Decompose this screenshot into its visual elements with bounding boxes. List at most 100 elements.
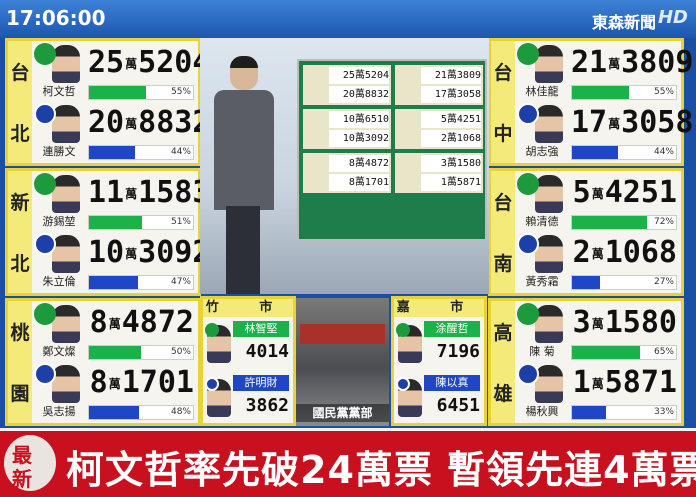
party-logo-icon bbox=[34, 103, 56, 125]
vote-share: 44% bbox=[170, 147, 191, 157]
vote-count: 25萬5204 bbox=[88, 45, 211, 80]
vote-share: 27% bbox=[653, 277, 674, 287]
vote-count: 3萬1580 bbox=[572, 305, 677, 340]
news-anchor bbox=[210, 56, 276, 294]
candidate-row: 陳以真 6451 bbox=[394, 373, 484, 427]
candidate-row: 黃秀霜 2萬1068 27% bbox=[517, 233, 679, 293]
clock: 17:06:00 bbox=[6, 6, 106, 30]
party-logo-icon bbox=[34, 233, 56, 255]
vote-count: 17萬3058 bbox=[571, 105, 694, 140]
party-logo-icon bbox=[517, 233, 539, 255]
vote-share-bar: 55% bbox=[571, 85, 677, 100]
candidate-row: 連勝文 20萬8832 44% bbox=[34, 103, 210, 163]
city-title: 竹 市 bbox=[203, 299, 293, 317]
party-logo-icon bbox=[34, 303, 56, 325]
vote-share: 48% bbox=[170, 407, 191, 417]
candidate-avatar bbox=[517, 363, 567, 405]
candidate-avatar bbox=[34, 303, 84, 345]
vote-share-bar: 44% bbox=[571, 145, 677, 160]
city-label: 台南 bbox=[491, 171, 515, 293]
vote-count: 8萬4872 bbox=[89, 305, 194, 340]
candidate-avatar bbox=[396, 377, 426, 419]
candidate-row: 柯文哲 25萬5204 55% bbox=[34, 43, 211, 103]
city-race-panel: 嘉 市 涂醒哲 7196 陳以真 6451 bbox=[391, 296, 487, 426]
race-panel: 桃園 鄭文燦 8萬4872 50% 吳志揚 8萬1701 48% bbox=[5, 298, 201, 426]
candidate-avatar bbox=[34, 103, 84, 145]
vote-count: 1萬5871 bbox=[572, 365, 677, 400]
vote-share: 47% bbox=[170, 277, 191, 287]
candidate-row: 朱立倫 10萬3092 47% bbox=[34, 233, 210, 293]
vote-share: 65% bbox=[653, 347, 674, 357]
vote-share: 51% bbox=[170, 217, 191, 227]
party-logo-icon bbox=[396, 323, 410, 337]
vote-count: 7196 bbox=[436, 341, 480, 362]
vote-count: 2萬1068 bbox=[572, 235, 677, 270]
vote-share-bar: 48% bbox=[88, 405, 194, 420]
candidate-avatar bbox=[517, 173, 567, 215]
city-label: 台北 bbox=[8, 41, 32, 163]
vote-share: 55% bbox=[653, 87, 674, 97]
vote-share-bar: 72% bbox=[571, 215, 677, 230]
candidate-avatar bbox=[34, 233, 84, 275]
city-label: 台中 bbox=[491, 41, 515, 163]
candidate-avatar bbox=[517, 43, 567, 85]
party-logo-icon bbox=[34, 363, 56, 385]
vote-share-bar: 55% bbox=[88, 85, 194, 100]
vote-count: 6451 bbox=[436, 395, 480, 416]
candidate-name: 吳志揚 bbox=[42, 405, 76, 418]
kmt-hq-photo: 國民黨黨部 bbox=[296, 298, 389, 426]
candidate-name: 游錫堃 bbox=[42, 215, 76, 228]
vote-share: 33% bbox=[653, 407, 674, 417]
candidate-row: 林智堅 4014 bbox=[203, 319, 293, 373]
channel-name: 東森新聞 bbox=[591, 13, 656, 32]
candidate-row: 林佳龍 21萬3809 55% bbox=[517, 43, 693, 103]
candidate-avatar bbox=[205, 323, 235, 365]
vote-count: 8萬1701 bbox=[89, 365, 194, 400]
candidate-avatar bbox=[34, 173, 84, 215]
candidate-row: 游錫堃 11萬1583 51% bbox=[34, 173, 211, 233]
candidate-name: 林智堅 bbox=[233, 321, 289, 337]
city-title: 嘉 市 bbox=[394, 299, 484, 317]
screen-result-tile: 3萬1580 1萬5871 bbox=[395, 153, 483, 193]
party-logo-icon bbox=[34, 173, 56, 195]
party-logo-icon bbox=[205, 323, 219, 337]
candidate-row: 賴清德 5萬4251 72% bbox=[517, 173, 679, 233]
vote-share-bar: 50% bbox=[88, 345, 194, 360]
vote-share: 55% bbox=[170, 87, 191, 97]
vote-share-bar: 47% bbox=[88, 275, 194, 290]
candidate-avatar bbox=[34, 43, 84, 85]
news-ticker: 最 新 柯文哲率先破24萬票 暫領先連4萬票 bbox=[0, 428, 696, 497]
candidate-name: 楊秋興 bbox=[525, 405, 559, 418]
candidate-row: 許明財 3862 bbox=[203, 373, 293, 427]
candidate-avatar bbox=[517, 303, 567, 345]
screen-result-tile: 8萬4872 8萬1701 bbox=[303, 153, 391, 193]
party-logo-icon bbox=[517, 173, 539, 195]
screen-result-tile: 10萬6510 10萬3092 bbox=[303, 109, 391, 149]
candidate-name: 陳以真 bbox=[424, 375, 480, 391]
vote-share: 44% bbox=[653, 147, 674, 157]
studio-screen: 25萬5204 20萬8832 21萬3809 17萬3058 10萬6510 10… bbox=[297, 59, 487, 241]
candidate-row: 涂醒哲 7196 bbox=[394, 319, 484, 373]
party-logo-icon bbox=[517, 303, 539, 325]
candidate-name: 陳 菊 bbox=[529, 345, 555, 358]
candidate-name: 朱立倫 bbox=[42, 275, 76, 288]
party-logo-icon bbox=[205, 377, 219, 391]
vote-share-bar: 44% bbox=[88, 145, 194, 160]
candidate-name: 涂醒哲 bbox=[424, 321, 480, 337]
race-panel: 新北 游錫堃 11萬1583 51% 朱立倫 10萬3092 47% bbox=[5, 168, 211, 296]
city-label: 桃園 bbox=[8, 301, 32, 423]
ticker-headline: 柯文哲率先破24萬票 暫領先連4萬票 bbox=[66, 448, 696, 492]
city-label: 新北 bbox=[8, 171, 32, 293]
candidate-avatar bbox=[205, 377, 235, 419]
vote-count: 11萬1583 bbox=[88, 175, 211, 210]
vote-share: 72% bbox=[653, 217, 674, 227]
candidate-row: 胡志強 17萬3058 44% bbox=[517, 103, 694, 163]
race-panel: 台北 柯文哲 25萬5204 55% 連勝文 20萬8832 44% bbox=[5, 38, 211, 166]
party-logo-icon bbox=[517, 43, 539, 65]
vote-share-bar: 65% bbox=[571, 345, 677, 360]
photo-caption: 國民黨黨部 bbox=[296, 404, 389, 422]
vote-share-bar: 51% bbox=[88, 215, 194, 230]
candidate-avatar bbox=[396, 323, 426, 365]
vote-share: 50% bbox=[170, 347, 191, 357]
city-label: 高雄 bbox=[491, 301, 515, 423]
